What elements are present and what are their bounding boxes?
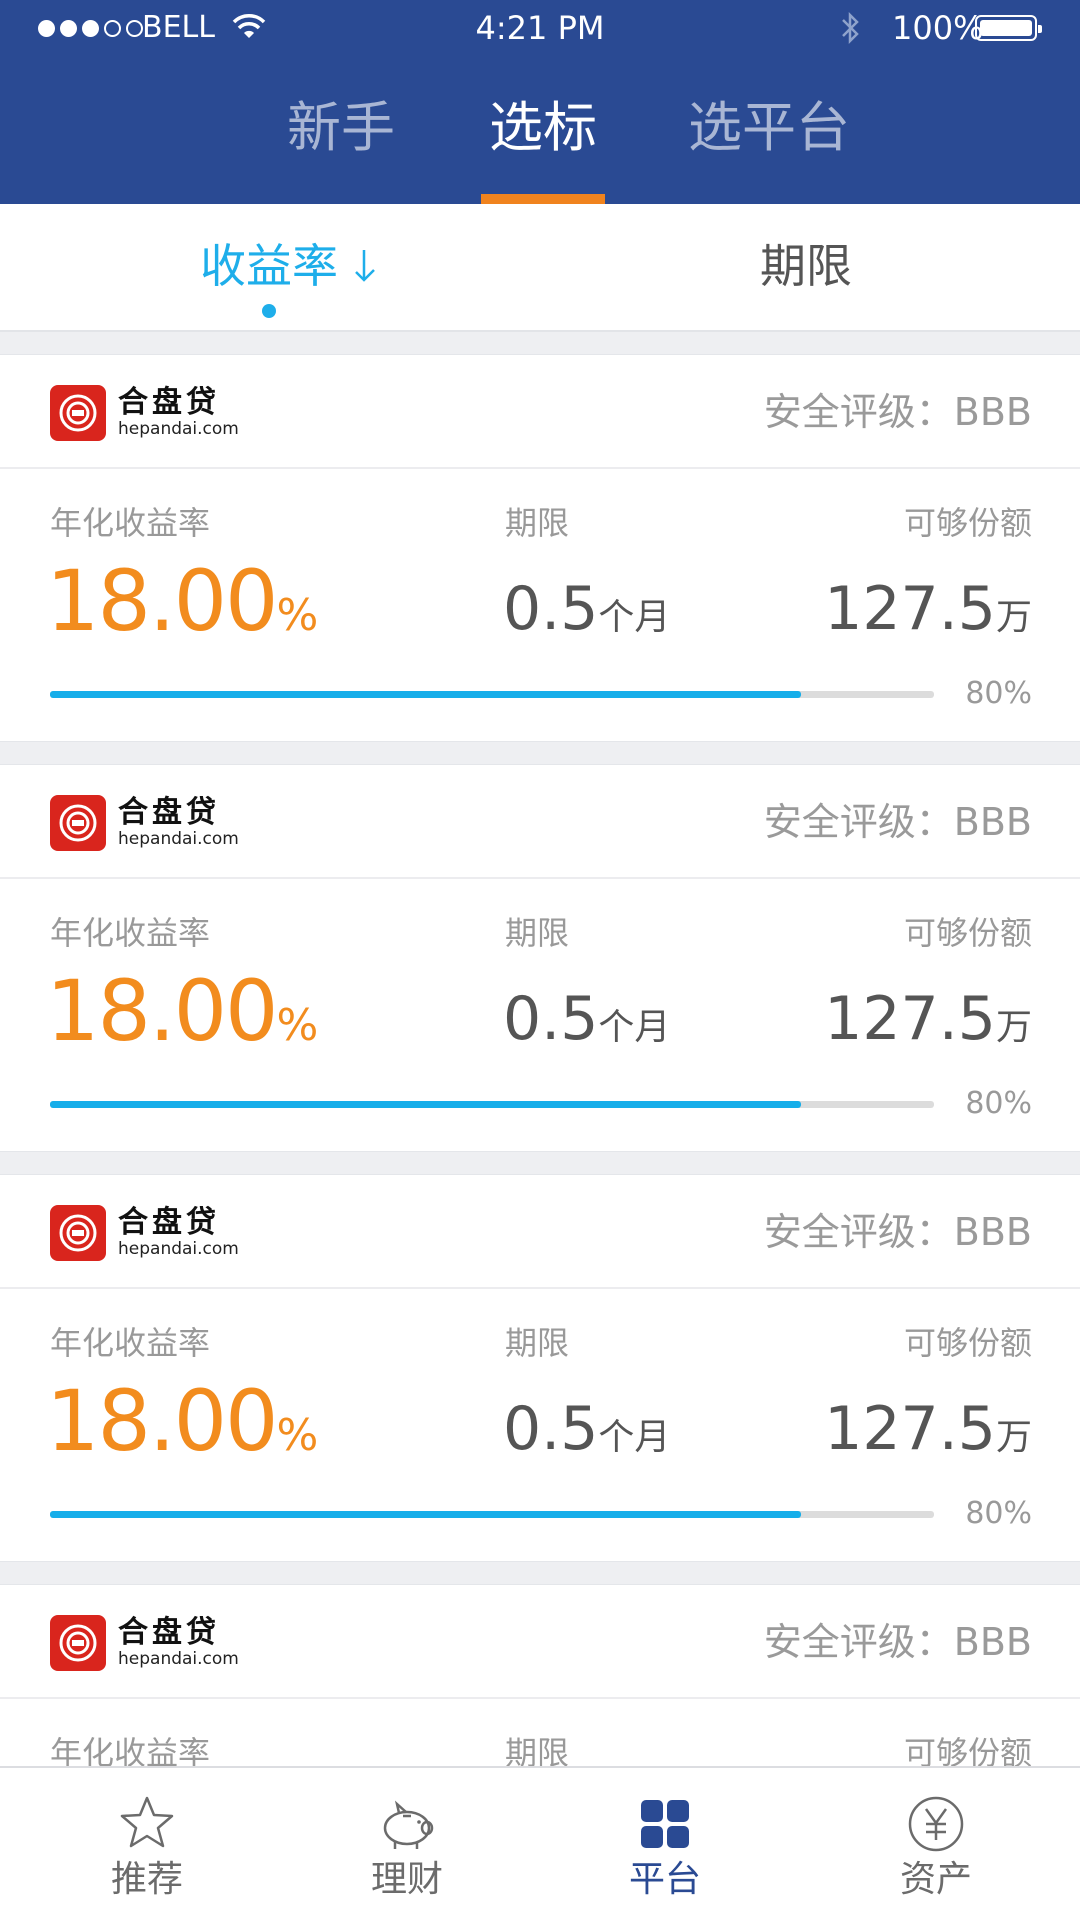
sort-bar: 收益率 期限 <box>0 204 1080 332</box>
progress-percent: 80% <box>965 676 1032 711</box>
bottom-nav-bar: 推荐 理财 平台 资产 <box>0 1766 1080 1920</box>
safety-rating: 安全评级：BBB <box>763 1620 1032 1664</box>
progress-percent: 80% <box>965 1086 1032 1121</box>
yen-icon <box>908 1796 964 1852</box>
available-amount-label: 可够份额 <box>903 504 1032 542</box>
annual-rate-label: 年化收益率 <box>50 1324 211 1362</box>
nav-assets[interactable]: 资产 <box>856 1768 1016 1920</box>
nav-recommend[interactable]: 推荐 <box>67 1768 227 1920</box>
tab-select-platform[interactable]: 选平台 <box>684 96 854 160</box>
battery-icon <box>975 15 1042 41</box>
product-card[interactable]: 合盘贷 hepandai.com 安全评级：BBB 年化收益率 期限 可够份额 … <box>0 1174 1080 1562</box>
sort-by-rate[interactable]: 收益率 <box>200 238 382 294</box>
piggy-bank-icon <box>383 1800 434 1849</box>
nav-finance-label: 理财 <box>370 1859 443 1900</box>
logo-name-cn: 合盘贷 <box>118 1615 220 1650</box>
term-value: 0.5个月 <box>503 1394 671 1464</box>
sort-rate-label: 收益率 <box>200 239 338 293</box>
safety-rating: 安全评级：BBB <box>763 1210 1032 1254</box>
available-amount-value: 127.5万 <box>824 1394 1032 1464</box>
annual-rate-value: 18.00% <box>46 962 319 1060</box>
available-amount-label: 可够份额 <box>903 1324 1032 1362</box>
sort-active-dot <box>262 304 276 318</box>
card-header: 合盘贷 hepandai.com 安全评级：BBB <box>0 1585 1080 1699</box>
hepandai-logo-icon <box>50 1205 106 1261</box>
sort-by-term[interactable]: 期限 <box>760 238 852 294</box>
hepandai-logo-icon <box>50 385 106 441</box>
platform-logo: 合盘贷 hepandai.com <box>50 1615 239 1671</box>
progress-bar <box>50 1511 934 1518</box>
available-amount-label: 可够份额 <box>903 914 1032 952</box>
nav-platform-label: 平台 <box>628 1859 701 1900</box>
platform-logo: 合盘贷 hepandai.com <box>50 1205 239 1261</box>
grid-icon <box>641 1800 689 1848</box>
term-label: 期限 <box>505 1324 570 1362</box>
logo-name-cn: 合盘贷 <box>118 795 220 830</box>
annual-rate-value: 18.00% <box>46 1372 319 1470</box>
product-card[interactable]: 合盘贷 hepandai.com 安全评级：BBB 年化收益率 期限 可够份额 … <box>0 354 1080 742</box>
logo-domain: hepandai.com <box>118 419 239 439</box>
nav-platform[interactable]: 平台 <box>585 1768 745 1920</box>
term-value: 0.5个月 <box>503 574 671 644</box>
term-label: 期限 <box>505 504 570 542</box>
card-header: 合盘贷 hepandai.com 安全评级：BBB <box>0 355 1080 469</box>
nav-assets-label: 资产 <box>899 1859 972 1900</box>
sort-descending-icon <box>355 250 375 282</box>
logo-domain: hepandai.com <box>118 1649 239 1669</box>
nav-recommend-label: 推荐 <box>110 1859 183 1900</box>
logo-name-cn: 合盘贷 <box>118 385 220 420</box>
progress-bar <box>50 691 934 698</box>
card-header: 合盘贷 hepandai.com 安全评级：BBB <box>0 765 1080 879</box>
logo-domain: hepandai.com <box>118 1239 239 1259</box>
top-tab-bar: 新手 选标 选平台 <box>0 80 1080 204</box>
logo-domain: hepandai.com <box>118 829 239 849</box>
progress-percent: 80% <box>965 1496 1032 1531</box>
platform-logo: 合盘贷 hepandai.com <box>50 795 239 851</box>
annual-rate-label: 年化收益率 <box>50 504 211 542</box>
active-tab-indicator <box>481 194 605 204</box>
available-amount-value: 127.5万 <box>824 984 1032 1054</box>
status-bar: BELL 4:21 PM 100% <box>0 0 1080 56</box>
tab-select-product[interactable]: 选标 <box>482 96 604 160</box>
term-value: 0.5个月 <box>503 984 671 1054</box>
hepandai-logo-icon <box>50 1615 106 1671</box>
app-header: BELL 4:21 PM 100% 新手 选标 选平台 <box>0 0 1080 204</box>
platform-logo: 合盘贷 hepandai.com <box>50 385 239 441</box>
annual-rate-label: 年化收益率 <box>50 914 211 952</box>
safety-rating: 安全评级：BBB <box>763 390 1032 434</box>
bluetooth-icon <box>842 11 859 45</box>
battery-percent: 100% <box>892 9 984 47</box>
nav-finance[interactable]: 理财 <box>327 1768 487 1920</box>
available-amount-value: 127.5万 <box>824 574 1032 644</box>
term-label: 期限 <box>505 914 570 952</box>
star-icon <box>120 1796 174 1848</box>
progress-bar <box>50 1101 934 1108</box>
product-card[interactable]: 合盘贷 hepandai.com 安全评级：BBB 年化收益率 期限 可够份额 … <box>0 764 1080 1152</box>
annual-rate-value: 18.00% <box>46 552 319 650</box>
hepandai-logo-icon <box>50 795 106 851</box>
logo-name-cn: 合盘贷 <box>118 1205 220 1240</box>
tab-newbie[interactable]: 新手 <box>286 96 396 160</box>
safety-rating: 安全评级：BBB <box>763 800 1032 844</box>
card-header: 合盘贷 hepandai.com 安全评级：BBB <box>0 1175 1080 1289</box>
